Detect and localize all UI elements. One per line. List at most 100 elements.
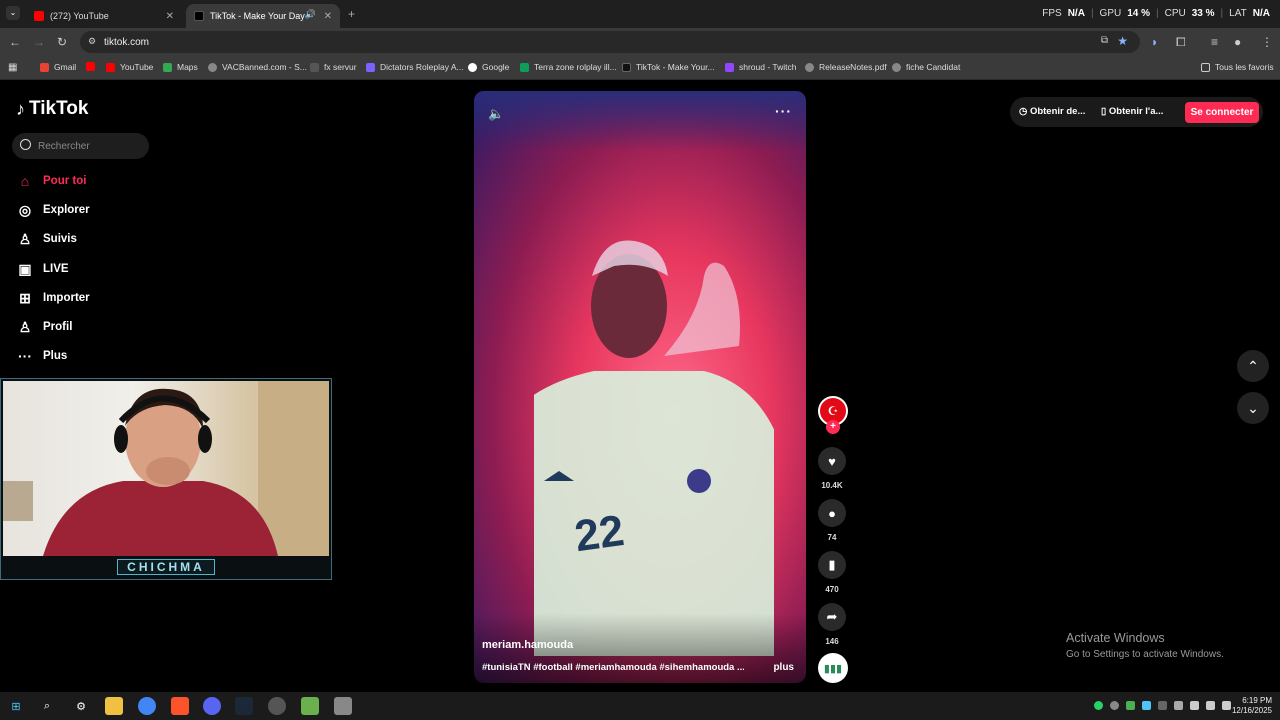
jersey-number: 22 <box>572 506 627 561</box>
back-icon[interactable]: ← <box>9 35 21 49</box>
microphone-icon[interactable] <box>1190 701 1199 710</box>
more-options-icon[interactable]: ··· <box>775 103 792 119</box>
windows-activation-watermark: Activate Windows Go to Settings to activ… <box>1066 631 1224 660</box>
nav-label: Explorer <box>43 204 90 216</box>
profile-icon: ♙ <box>18 318 32 335</box>
youtube-icon <box>86 62 95 71</box>
nav-item-plus[interactable]: ··· Plus <box>16 348 67 364</box>
video-player[interactable]: 22 🔈 ··· meriam.hamouda #tunisiaTN #foot… <box>474 91 806 683</box>
forward-icon[interactable]: → <box>33 35 45 49</box>
fx-icon <box>310 62 319 72</box>
video-caption[interactable]: #tunisiaTN #football #meriamhamouda #sih… <box>482 662 744 673</box>
settings-gear-icon[interactable]: ⚙ <box>72 697 90 715</box>
follow-plus-button[interactable]: + <box>826 420 840 434</box>
tray-app-icon[interactable] <box>1110 701 1119 710</box>
volume-icon[interactable] <box>1222 701 1231 710</box>
whatsapp-tray-icon[interactable] <box>1094 701 1103 710</box>
network-icon[interactable] <box>1206 701 1215 710</box>
tab-search-icon[interactable]: ⌄ <box>6 6 20 20</box>
share-button[interactable]: ➦ <box>818 603 846 631</box>
forum-icon <box>366 62 375 72</box>
nav-item-pour-toi[interactable]: ⌂ Pour toi <box>16 173 87 189</box>
comment-button[interactable]: ● <box>818 499 846 527</box>
video-author[interactable]: meriam.hamouda <box>482 639 573 651</box>
apps-grid-icon[interactable]: ▦ <box>8 62 17 73</box>
bookmark-twitch[interactable]: shroud - Twitch <box>725 62 796 72</box>
login-button[interactable]: Se connecter <box>1185 102 1259 123</box>
file-explorer-icon[interactable] <box>105 697 123 715</box>
caption-more-button[interactable]: plus <box>773 662 794 673</box>
get-desktop-app-button[interactable]: ◷ Obtenir de... <box>1019 106 1085 117</box>
next-video-button[interactable]: ⌄ <box>1237 392 1269 424</box>
volume-icon[interactable]: 🔈 <box>488 106 504 122</box>
tab-title: (272) YouTube <box>50 11 109 21</box>
like-button[interactable]: ♥ <box>818 447 846 475</box>
shield-icon[interactable] <box>334 697 352 715</box>
tray-app-icon[interactable] <box>1158 701 1167 710</box>
bookmark-label: TikTok - Make Your... <box>636 62 715 72</box>
previous-video-button[interactable]: ⌃ <box>1237 350 1269 382</box>
system-clock[interactable]: 6:19 PM 12/16/2025 <box>1232 696 1272 716</box>
search-input[interactable]: Rechercher <box>12 133 149 159</box>
lat-value: N/A <box>1252 8 1270 19</box>
tab-tiktok[interactable]: TikTok - Make Your Day 🔊 ✕ <box>186 4 340 28</box>
install-app-icon[interactable]: ⧉ <box>1101 35 1108 46</box>
bookmark-fiche-candidat[interactable]: fiche Candidat <box>892 62 960 72</box>
start-menu-icon[interactable]: ⊞ <box>7 697 25 715</box>
comment-count: 74 <box>827 533 837 542</box>
address-bar[interactable]: ⚙ tiktok.com ⧉ ★ <box>80 31 1140 53</box>
close-tab-icon[interactable]: ✕ <box>324 11 332 22</box>
discord-icon[interactable] <box>203 697 221 715</box>
nav-item-profil[interactable]: ♙ Profil <box>16 318 73 335</box>
bookmark-google[interactable]: Google <box>468 62 509 72</box>
globe-icon <box>892 62 901 72</box>
extension-icon[interactable]: ◗ <box>1151 35 1158 49</box>
reload-icon[interactable]: ↻ <box>57 35 67 49</box>
reading-list-icon[interactable]: ≡ <box>1211 35 1218 49</box>
video-top-gradient <box>474 91 806 151</box>
bookmark-icon: ▮ <box>828 557 836 572</box>
app-icon[interactable] <box>301 697 319 715</box>
music-disc[interactable]: ▮▮▮ <box>818 653 848 683</box>
nav-label: Profil <box>43 321 73 333</box>
close-tab-icon[interactable]: ✕ <box>166 11 174 22</box>
bookmarks-bar: ▦ Gmail YouTube Maps VACBanned.com - S..… <box>0 56 1280 80</box>
brave-icon[interactable] <box>171 697 189 715</box>
bookmark-youtube[interactable]: YouTube <box>106 62 153 72</box>
bookmark-maps[interactable]: Maps <box>163 62 198 72</box>
tiktok-logo[interactable]: ♪ TikTok <box>16 98 88 120</box>
tray-app-icon[interactable] <box>1174 701 1183 710</box>
bookmark-tiktok[interactable]: TikTok - Make Your... <box>622 62 715 72</box>
bookmark-terra-zone[interactable]: Terra zone rolplay ill... <box>520 62 617 72</box>
site-info-icon[interactable]: ⚙ <box>88 36 96 47</box>
new-tab-button[interactable]: + <box>348 7 355 21</box>
bookmark-star-icon[interactable]: ★ <box>1117 34 1128 48</box>
nav-item-live[interactable]: ▣ LIVE <box>16 261 68 277</box>
browser-toolbar: ← → ↻ ⚙ tiktok.com ⧉ ★ ◗ ⧠ ≡ ● ⋮ <box>0 28 1280 56</box>
menu-kebab-icon[interactable]: ⋮ <box>1261 35 1273 49</box>
chevron-up-icon: ⌃ <box>1247 357 1259 374</box>
nav-item-explorer[interactable]: ◎ Explorer <box>16 202 90 218</box>
audio-playing-icon[interactable]: 🔊 <box>305 9 316 20</box>
search-icon[interactable]: ⌕ <box>38 697 56 715</box>
bookmark-gmail[interactable]: Gmail <box>40 62 76 72</box>
bookmark-releasenotes[interactable]: ReleaseNotes.pdf <box>805 62 887 72</box>
save-button[interactable]: ▮ <box>818 551 846 579</box>
bookmark-youtube-red[interactable] <box>86 62 100 71</box>
extensions-puzzle-icon[interactable]: ⧠ <box>1176 35 1186 49</box>
tray-app-icon[interactable] <box>1142 701 1151 710</box>
steam-icon[interactable] <box>235 697 253 715</box>
tab-youtube[interactable]: (272) YouTube ✕ <box>26 4 182 28</box>
all-bookmarks-folder[interactable]: Tous les favoris <box>1201 62 1274 72</box>
bookmark-dictators[interactable]: Dictators Roleplay A... <box>366 62 464 72</box>
get-mobile-app-button[interactable]: ▯ Obtenir l'a... <box>1101 106 1163 117</box>
bookmark-vacbanned[interactable]: VACBanned.com - S... <box>208 62 307 72</box>
profile-avatar-icon[interactable]: ● <box>1234 35 1241 49</box>
tray-app-icon[interactable] <box>1126 701 1135 710</box>
chrome-icon[interactable] <box>138 697 156 715</box>
bookmark-label: Terra zone rolplay ill... <box>534 62 617 72</box>
nav-item-suivis[interactable]: ♙ Suivis <box>16 231 77 247</box>
obs-icon[interactable] <box>268 697 286 715</box>
nav-item-importer[interactable]: ⊞ Importer <box>16 290 90 306</box>
bookmark-fx-servur[interactable]: fx servur <box>310 62 357 72</box>
